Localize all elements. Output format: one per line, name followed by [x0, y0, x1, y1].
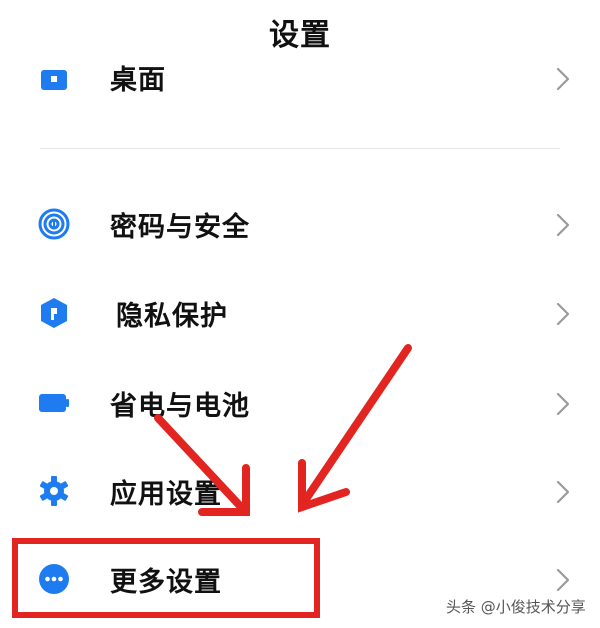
- highlight-box: [12, 538, 320, 618]
- chevron-right-icon: [556, 392, 570, 416]
- chevron-right-icon: [556, 480, 570, 504]
- settings-item-privacy[interactable]: 隐私保护: [0, 270, 600, 358]
- section-divider: [40, 148, 560, 149]
- chevron-right-icon: [556, 213, 570, 237]
- chevron-right-icon: [556, 568, 570, 592]
- watermark: 头条 @小俊技术分享: [446, 598, 586, 616]
- gear-icon: [39, 476, 69, 506]
- battery-icon: [39, 394, 69, 412]
- chevron-right-icon: [556, 67, 570, 91]
- desktop-icon: [41, 70, 67, 90]
- settings-item-label: 应用设置: [110, 479, 222, 510]
- page-title: 设置: [269, 18, 331, 53]
- settings-item-app-settings[interactable]: 应用设置: [0, 448, 600, 536]
- chevron-right-icon: [556, 302, 570, 326]
- fingerprint-icon: [38, 208, 70, 240]
- privacy-shield-icon: [41, 298, 67, 328]
- settings-item-label: 密码与安全: [110, 212, 250, 243]
- settings-item-label: 省电与电池: [110, 391, 250, 422]
- settings-item-label: 桌面: [110, 65, 166, 96]
- settings-header: 设置: [0, 0, 600, 62]
- settings-item-password-security[interactable]: 密码与安全: [0, 181, 600, 269]
- settings-item-label: 隐私保护: [116, 301, 228, 332]
- settings-item-battery[interactable]: 省电与电池: [0, 360, 600, 448]
